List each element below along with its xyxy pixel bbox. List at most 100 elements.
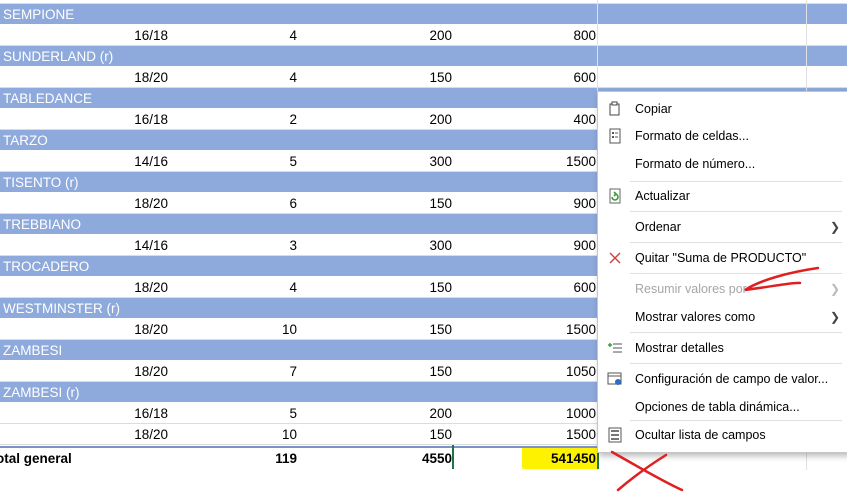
- menu-item-show-details[interactable]: Mostrar detalles: [598, 335, 847, 361]
- size-cell[interactable]: 14/16: [60, 154, 168, 169]
- selected-cell-outline: [452, 445, 599, 469]
- price-cell[interactable]: 200: [320, 406, 452, 421]
- quantity-cell[interactable]: 5: [180, 154, 297, 169]
- size-cell[interactable]: 18/20: [60, 364, 168, 379]
- menu-item-copy[interactable]: Copiar: [598, 96, 847, 122]
- grand-total-label: otal general: [0, 451, 72, 466]
- category-name: SUNDERLAND (r): [3, 49, 114, 64]
- category-name: TISENTO (r): [3, 175, 79, 190]
- menu-item-number-format[interactable]: Formato de número...: [598, 151, 847, 177]
- menu-item-sort[interactable]: Ordenar ❯: [598, 214, 847, 240]
- red-cross-mark: [610, 450, 684, 492]
- menu-separator: [630, 363, 842, 364]
- quantity-cell[interactable]: 7: [180, 364, 297, 379]
- sum-cell[interactable]: 1500: [470, 427, 596, 442]
- menu-item-format-cells[interactable]: Formato de celdas...: [598, 123, 847, 149]
- price-cell[interactable]: 300: [320, 238, 452, 253]
- category-name: ZAMBESI: [3, 343, 63, 358]
- menu-item-remove-field[interactable]: Quitar "Suma de PRODUCTO": [598, 245, 847, 271]
- field-list-icon: [608, 427, 622, 443]
- category-name: TROCADERO: [3, 259, 90, 274]
- menu-separator: [630, 420, 842, 421]
- size-cell[interactable]: 18/20: [60, 427, 168, 442]
- menu-item-label: Quitar "Suma de PRODUCTO": [635, 251, 807, 265]
- menu-item-label: Resumir valores por: [635, 282, 747, 296]
- menu-separator: [630, 181, 842, 182]
- menu-item-refresh[interactable]: Actualizar: [598, 183, 847, 209]
- quantity-cell[interactable]: 6: [180, 196, 297, 211]
- menu-item-label: Mostrar detalles: [635, 341, 724, 355]
- size-cell[interactable]: 16/18: [60, 112, 168, 127]
- size-cell[interactable]: 18/20: [60, 196, 168, 211]
- pivot-category-row[interactable]: SUNDERLAND (r): [0, 46, 847, 67]
- pivot-value-row[interactable]: 16/18 4 200 800: [0, 25, 847, 46]
- quantity-cell[interactable]: 3: [180, 238, 297, 253]
- size-cell[interactable]: 16/18: [60, 28, 168, 43]
- menu-separator: [630, 211, 842, 212]
- quantity-cell[interactable]: 4: [180, 70, 297, 85]
- grand-total-quantity[interactable]: 119: [180, 451, 297, 466]
- price-cell[interactable]: 150: [320, 70, 452, 85]
- pivot-category-row[interactable]: SEMPIONE: [0, 4, 847, 25]
- chevron-right-icon: ❯: [829, 220, 840, 234]
- quantity-cell[interactable]: 5: [180, 406, 297, 421]
- copy-icon: [609, 101, 620, 116]
- menu-item-hide-field-list[interactable]: Ocultar lista de campos: [598, 422, 847, 448]
- menu-item-summarize-values-by: Resumir valores por ❯: [598, 276, 847, 302]
- sum-cell[interactable]: 800: [470, 28, 596, 43]
- price-cell[interactable]: 150: [320, 196, 452, 211]
- price-cell[interactable]: 150: [320, 322, 452, 337]
- format-cells-icon: [609, 128, 621, 144]
- price-cell[interactable]: 200: [320, 28, 452, 43]
- quantity-cell[interactable]: 4: [180, 28, 297, 43]
- menu-item-label: Copiar: [635, 102, 672, 116]
- quantity-cell[interactable]: 4: [180, 280, 297, 295]
- sum-cell[interactable]: 1500: [470, 322, 596, 337]
- menu-item-label: Actualizar: [635, 189, 690, 203]
- size-cell[interactable]: 18/20: [60, 322, 168, 337]
- remove-x-icon: [609, 252, 621, 264]
- category-name: TREBBIANO: [3, 217, 82, 232]
- refresh-icon: [609, 188, 621, 204]
- menu-item-label: Ocultar lista de campos: [635, 428, 766, 442]
- price-cell[interactable]: 150: [320, 280, 452, 295]
- quantity-cell[interactable]: 10: [180, 427, 297, 442]
- menu-item-label: Ordenar: [635, 220, 681, 234]
- sum-cell[interactable]: 1000: [470, 406, 596, 421]
- price-cell[interactable]: 200: [320, 112, 452, 127]
- menu-separator: [630, 273, 842, 274]
- menu-item-show-values-as[interactable]: Mostrar valores como ❯: [598, 304, 847, 330]
- price-cell[interactable]: 300: [320, 154, 452, 169]
- sum-cell[interactable]: 1050: [470, 364, 596, 379]
- sum-cell[interactable]: 400: [470, 112, 596, 127]
- size-cell[interactable]: 16/18: [60, 406, 168, 421]
- menu-item-label: Mostrar valores como: [635, 310, 756, 324]
- category-name: TABLEDANCE: [3, 91, 93, 106]
- size-cell[interactable]: 14/16: [60, 238, 168, 253]
- sum-cell[interactable]: 600: [470, 70, 596, 85]
- sum-cell[interactable]: 900: [470, 238, 596, 253]
- quantity-cell[interactable]: 10: [180, 322, 297, 337]
- quantity-cell[interactable]: 2: [180, 112, 297, 127]
- menu-item-label: Opciones de tabla dinámica...: [635, 400, 800, 414]
- menu-item-label: Formato de celdas...: [635, 129, 749, 143]
- size-cell[interactable]: 18/20: [60, 280, 168, 295]
- sum-cell[interactable]: 600: [470, 280, 596, 295]
- menu-separator: [630, 332, 842, 333]
- chevron-right-icon: ❯: [829, 282, 840, 296]
- grand-total-price[interactable]: 4550: [320, 451, 452, 466]
- menu-separator: [630, 242, 842, 243]
- pivot-value-row[interactable]: 18/20 4 150 600: [0, 67, 847, 88]
- menu-item-pivot-options[interactable]: Opciones de tabla dinámica...: [598, 394, 847, 420]
- menu-item-value-field-settings[interactable]: Configuración de campo de valor...: [598, 366, 847, 392]
- sum-cell[interactable]: 900: [470, 196, 596, 211]
- red-cross-mark: [616, 453, 668, 492]
- context-menu: Copiar Formato de celdas... Formato de n…: [597, 91, 847, 453]
- size-cell[interactable]: 18/20: [60, 70, 168, 85]
- category-name: WESTMINSTER (r): [3, 301, 120, 316]
- price-cell[interactable]: 150: [320, 364, 452, 379]
- category-name: ZAMBESI (r): [3, 385, 80, 400]
- price-cell[interactable]: 150: [320, 427, 452, 442]
- menu-item-label: Formato de número...: [635, 157, 756, 171]
- sum-cell[interactable]: 1500: [470, 154, 596, 169]
